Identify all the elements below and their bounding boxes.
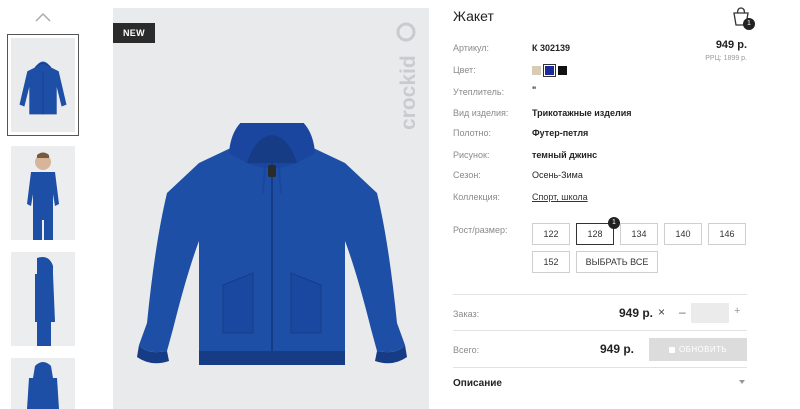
type-label: Вид изделия: bbox=[453, 108, 509, 118]
total-price: 949 р. bbox=[600, 342, 635, 356]
chevron-down-icon[interactable] bbox=[739, 380, 745, 384]
product-title: Жакет bbox=[453, 8, 494, 24]
size-option-122[interactable]: 122 bbox=[532, 223, 570, 245]
jacket-image bbox=[137, 123, 407, 365]
cart-count-badge: 1 bbox=[743, 18, 755, 30]
collection-label: Коллекция: bbox=[453, 192, 501, 202]
article-value: К 302139 bbox=[532, 43, 571, 53]
divider bbox=[453, 367, 747, 368]
color-swatch[interactable] bbox=[558, 66, 567, 75]
new-badge: NEW bbox=[113, 23, 155, 43]
model-front-image bbox=[11, 146, 75, 240]
chevron-up-icon[interactable] bbox=[33, 10, 53, 24]
color-label: Цвет: bbox=[453, 65, 476, 75]
update-button[interactable]: ОБНОВИТЬ bbox=[649, 338, 747, 361]
product-price: 949 р. bbox=[715, 39, 747, 51]
article-label: Артикул: bbox=[453, 43, 490, 53]
pattern-value: темный джинс bbox=[532, 150, 598, 160]
jacket-front-image bbox=[19, 61, 67, 115]
season-label: Сезон: bbox=[453, 170, 481, 180]
size-label: Рост/размер: bbox=[453, 225, 508, 235]
order-price: 949 р. bbox=[619, 306, 654, 320]
thumbnail-model-front[interactable] bbox=[11, 146, 75, 240]
size-option-146[interactable]: 146 bbox=[708, 223, 746, 245]
divider bbox=[453, 294, 747, 295]
color-swatch[interactable] bbox=[543, 64, 556, 77]
model-back-image bbox=[11, 358, 75, 409]
collection-link[interactable]: Спорт, школа bbox=[532, 192, 588, 202]
rrp-price: РРЦ: 1899 р. bbox=[705, 55, 747, 62]
total-label: Всего: bbox=[453, 345, 480, 355]
description-toggle[interactable]: Описание bbox=[453, 378, 502, 389]
thumbnail-model-back[interactable] bbox=[11, 358, 75, 409]
size-option-134[interactable]: 134 bbox=[620, 223, 658, 245]
size-option-140[interactable]: 140 bbox=[664, 223, 702, 245]
main-product-image[interactable]: NEW crockid bbox=[113, 8, 429, 409]
select-all-sizes-button[interactable]: ВЫБРАТЬ ВСЕ bbox=[576, 251, 658, 273]
quantity-input[interactable] bbox=[691, 303, 729, 323]
svg-text:crockid: crockid bbox=[397, 55, 420, 130]
color-swatch[interactable] bbox=[532, 66, 541, 75]
selected-size-count-badge: 1 bbox=[608, 217, 620, 229]
thumbnail-front[interactable] bbox=[7, 34, 79, 136]
model-side-image bbox=[11, 252, 75, 346]
cart-button[interactable]: 1 bbox=[730, 6, 755, 30]
brand-logo: crockid bbox=[396, 22, 420, 130]
season-value: Осень-Зима bbox=[532, 170, 583, 180]
insulation-value: " bbox=[532, 85, 537, 95]
pattern-label: Рисунок: bbox=[453, 150, 490, 160]
thumbnail-model-side[interactable] bbox=[11, 252, 75, 346]
update-icon bbox=[669, 346, 676, 353]
product-info-panel: Жакет 1 Артикул: К 302139 949 р. РРЦ: 18… bbox=[453, 0, 755, 409]
quantity-increase-button[interactable]: + bbox=[734, 305, 740, 317]
update-button-label: ОБНОВИТЬ bbox=[679, 345, 727, 354]
order-label: Заказ: bbox=[453, 309, 480, 319]
size-option-152[interactable]: 152 bbox=[532, 251, 570, 273]
fabric-value: Футер-петля bbox=[532, 128, 589, 138]
type-value: Трикотажные изделия bbox=[532, 108, 632, 118]
quantity-decrease-button[interactable]: – bbox=[679, 305, 686, 319]
fabric-label: Полотно: bbox=[453, 128, 492, 138]
thumbnail-column bbox=[0, 0, 90, 409]
insulation-label: Утеплитель: bbox=[453, 87, 505, 97]
remove-order-icon[interactable]: × bbox=[658, 305, 665, 319]
divider bbox=[453, 330, 747, 331]
